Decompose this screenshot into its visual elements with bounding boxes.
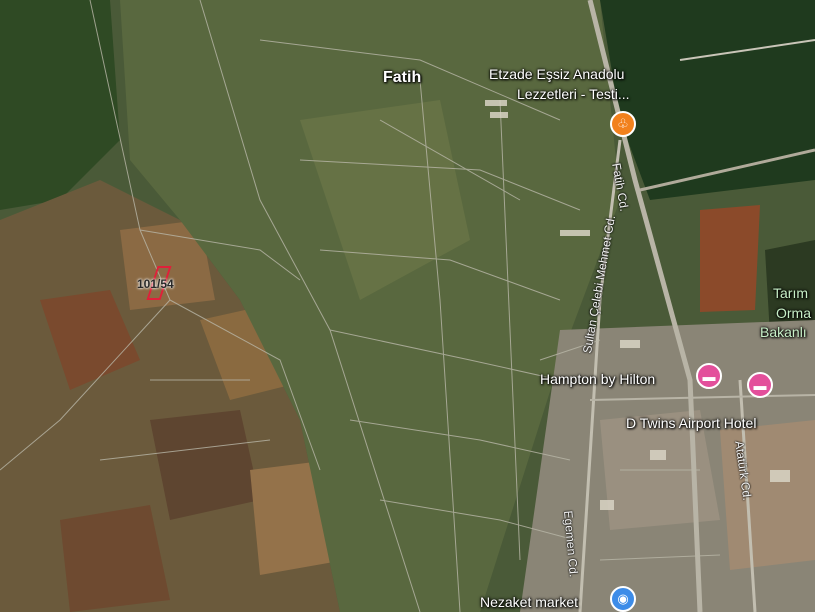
place-label-tarim-line3[interactable]: Bakanlı [760,324,807,340]
fork-knife-icon: ♧ [617,116,629,131]
satellite-map[interactable]: Fatih Etzade Eşsiz Anadolu Lezzetleri - … [0,0,815,612]
restaurant-pin[interactable]: ♧ [610,111,636,137]
place-label-tarim-line1[interactable]: Tarım [773,285,808,301]
shopping-bag-icon: ◉ [617,591,629,606]
parcel-label: 101/54 [137,277,174,291]
market-pin[interactable]: ◉ [610,586,636,612]
bed-icon: ▬ [702,368,716,384]
bed-icon: ▬ [753,377,767,393]
place-label-nezaket[interactable]: Nezaket market [480,594,578,610]
place-label-d-twins[interactable]: D Twins Airport Hotel [626,415,756,431]
place-label-etzade-line2[interactable]: Lezzetleri - Testi... [517,86,630,102]
satellite-imagery [0,0,815,612]
place-label-etzade-line1[interactable]: Etzade Eşsiz Anadolu [489,66,624,82]
d-twins-hotel-pin[interactable]: ▬ [747,372,773,398]
place-label-fatih: Fatih [383,69,422,86]
hampton-hotel-pin[interactable]: ▬ [696,363,722,389]
place-label-tarim-line2[interactable]: Orma [776,305,811,321]
place-label-hampton[interactable]: Hampton by Hilton [540,371,655,387]
